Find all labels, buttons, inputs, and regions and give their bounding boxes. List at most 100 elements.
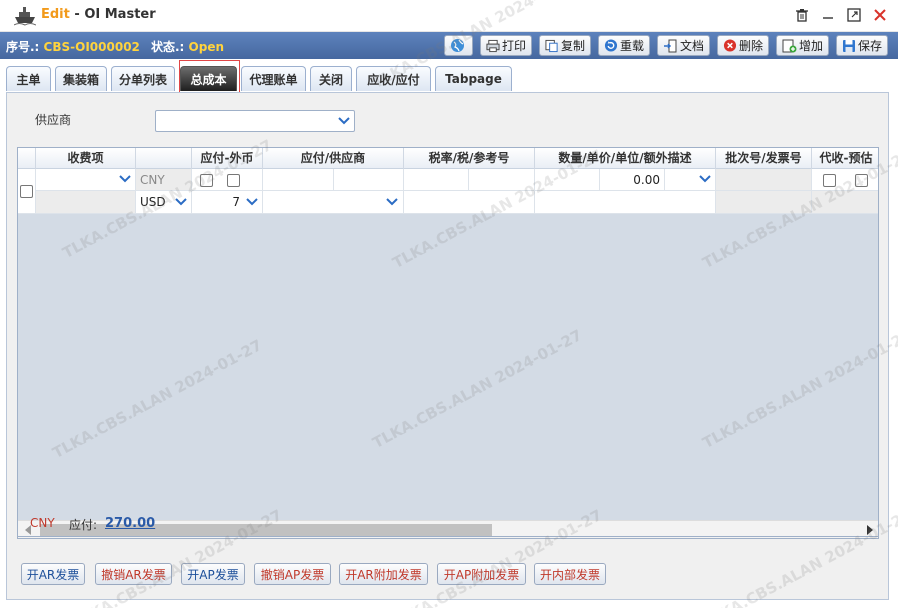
unit-price: 0.00 (633, 173, 660, 187)
chevron-down-icon (383, 193, 401, 211)
add-label: 增加 (798, 39, 823, 53)
ap-foreign-cell (192, 169, 263, 191)
window-title-text: OI Master (84, 7, 156, 22)
title-separator: - (74, 7, 80, 22)
window-mode: Edit (41, 7, 70, 22)
add-button[interactable]: 增加 (776, 35, 829, 56)
total-cost-panel: 供应商 收费项 应付-外币 应付/供应商 税率/税/参考号 数量/单价/单位/额… (6, 92, 889, 600)
exchange-rate: 7 (232, 195, 240, 209)
header-charge-item: 收费项 (36, 148, 136, 169)
currency-select[interactable]: USD (136, 191, 192, 214)
header-qty-price: 数量/单价/单位/额外描述 (535, 148, 716, 169)
estimate-checkbox[interactable] (855, 174, 868, 187)
maximize-icon[interactable] (846, 6, 862, 24)
window-title: Edit - OI Master (41, 7, 156, 22)
cancel-ar-invoice-button[interactable]: 撤销AR发票 (95, 563, 172, 585)
add-icon (782, 39, 797, 52)
state-label: 状态.: (151, 40, 185, 54)
supplier-row-select[interactable] (263, 191, 404, 214)
unit-price-input[interactable]: 0.00 (600, 169, 665, 191)
tax-rate-input[interactable] (404, 169, 469, 191)
collect-cell (812, 169, 878, 191)
globe-button[interactable] (444, 35, 473, 56)
save-button[interactable]: 保存 (836, 35, 888, 56)
quantity-input[interactable] (535, 169, 600, 191)
copy-button[interactable]: 复制 (539, 35, 591, 56)
table-row: CNY USD 7 0.00 (18, 169, 878, 214)
summary-currency: CNY (30, 516, 55, 530)
reference-input[interactable] (404, 191, 535, 214)
tab-tabpage[interactable]: Tabpage (435, 66, 512, 91)
charge-item-sub (36, 191, 136, 214)
seq-label: 序号.: (6, 40, 40, 54)
state-info: 状态.: Open (151, 38, 224, 55)
ship-icon (14, 7, 36, 26)
delete-label: 删除 (738, 39, 763, 53)
ap-checkbox-2[interactable] (227, 174, 240, 187)
unit-select[interactable] (665, 169, 716, 191)
reload-button[interactable]: 重载 (598, 35, 650, 56)
internal-invoice-button[interactable]: 开内部发票 (534, 563, 606, 585)
ap-supplier-input[interactable] (334, 169, 404, 191)
print-button[interactable]: 打印 (480, 35, 532, 56)
ar-invoice-button[interactable]: 开AR发票 (21, 563, 85, 585)
currency-cny-cell: CNY (136, 169, 192, 191)
sequence-info: 序号.: CBS-OI000002 (6, 38, 140, 55)
tab-agent-bill[interactable]: 代理账单 (241, 66, 306, 91)
tab-house-list[interactable]: 分单列表 (111, 66, 175, 91)
ap-invoice-button[interactable]: 开AP发票 (181, 563, 245, 585)
exchange-rate-select[interactable]: 7 (192, 191, 263, 214)
seq-value: CBS-OI000002 (43, 40, 140, 54)
chevron-down-icon (696, 170, 714, 188)
tab-ar-ap[interactable]: 应收/应付 (356, 66, 431, 91)
save-icon (842, 39, 855, 52)
tab-close[interactable]: 关闭 (310, 66, 352, 91)
header-blank (136, 148, 192, 169)
chevron-down-icon (116, 170, 134, 188)
chevron-down-icon (243, 193, 261, 211)
minimize-icon[interactable] (820, 6, 836, 24)
charge-item-select[interactable] (36, 169, 136, 191)
header-select (18, 148, 36, 169)
invoice-cell (716, 191, 812, 214)
tab-main[interactable]: 主单 (6, 66, 51, 91)
currency-usd: USD (140, 195, 166, 209)
summary-value[interactable]: 270.00 (105, 516, 155, 531)
delete-icon (723, 39, 737, 52)
header-tax-ref: 税率/税/参考号 (404, 148, 535, 169)
info-bar: 序号.: CBS-OI000002 状态.: Open 打印 复制 重载 文档 … (0, 32, 898, 59)
cancel-ap-invoice-button[interactable]: 撤销AP发票 (254, 563, 331, 585)
header-batch-invoice: 批次号/发票号 (716, 148, 812, 169)
ar-extra-invoice-button[interactable]: 开AR附加发票 (339, 563, 428, 585)
docs-label: 文档 (679, 39, 704, 53)
scroll-right-icon[interactable] (866, 525, 874, 535)
batch-cell (716, 169, 812, 191)
close-icon[interactable] (872, 6, 888, 24)
ap-checkbox-1[interactable] (200, 174, 213, 187)
header-collect-estimate: 代收-预估 (819, 151, 873, 165)
summary-label: 应付: (69, 518, 98, 532)
row-checkbox[interactable] (20, 185, 33, 198)
cost-grid: 收费项 应付-外币 应付/供应商 税率/税/参考号 数量/单价/单位/额外描述 … (17, 147, 879, 539)
save-label: 保存 (857, 39, 882, 53)
collect-checkbox[interactable] (823, 174, 836, 187)
tax-input[interactable] (469, 169, 535, 191)
supplier-label: 供应商 (35, 113, 72, 127)
reload-label: 重载 (619, 39, 644, 53)
copy-label: 复制 (560, 39, 585, 53)
state-value: Open (188, 40, 225, 54)
docs-button[interactable]: 文档 (657, 35, 710, 56)
ap-extra-invoice-button[interactable]: 开AP附加发票 (437, 563, 526, 585)
document-icon (663, 39, 677, 52)
delete-button[interactable]: 删除 (717, 35, 769, 56)
ap-amount-input[interactable] (263, 169, 334, 191)
trash-icon[interactable] (794, 6, 810, 24)
tab-containers[interactable]: 集装箱 (55, 66, 107, 91)
grid-header: 收费项 应付-外币 应付/供应商 税率/税/参考号 数量/单价/单位/额外描述 … (18, 148, 878, 169)
chevron-down-icon (334, 111, 354, 131)
copy-icon (545, 39, 558, 52)
globe-icon (451, 39, 464, 52)
extra-description-input[interactable] (535, 191, 716, 214)
collect-sub-cell (812, 191, 878, 214)
supplier-select[interactable] (155, 110, 355, 132)
